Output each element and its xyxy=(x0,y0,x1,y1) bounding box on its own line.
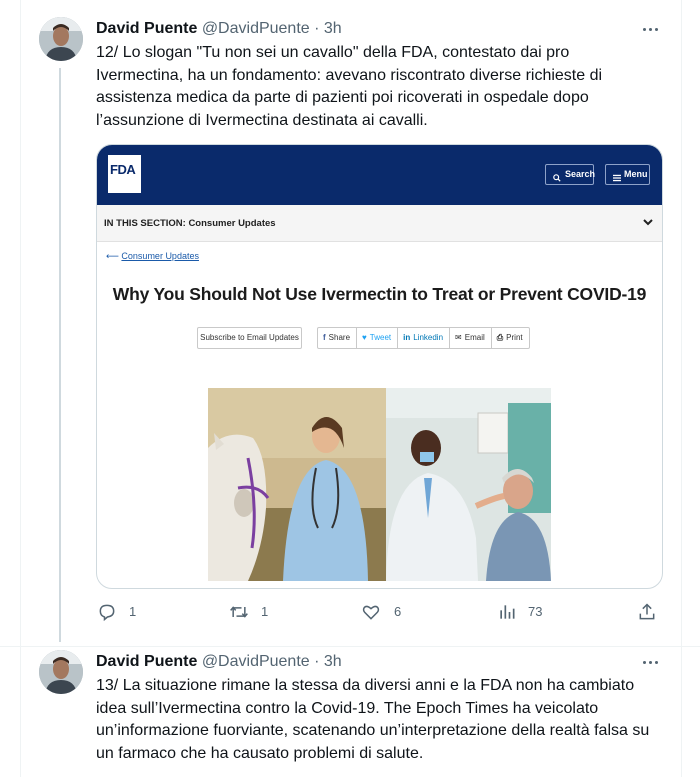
avatar[interactable] xyxy=(39,17,83,61)
facebook-icon: f xyxy=(323,333,326,342)
fda-logo: FDA xyxy=(108,155,141,193)
fda-search-button: Search xyxy=(545,164,595,185)
share-twitter: ♥ Tweet xyxy=(357,328,399,348)
arrow-left-icon: ⟵ xyxy=(106,251,119,261)
tweet-header: David Puente @DavidPuente · 3h xyxy=(96,19,342,39)
fda-menu-button: Menu xyxy=(605,164,650,185)
section-bar: IN THIS SECTION: Consumer Updates xyxy=(97,205,662,242)
more-options-icon[interactable] xyxy=(641,652,661,672)
section-label: IN THIS SECTION: Consumer Updates xyxy=(104,218,276,229)
chevron-down-icon xyxy=(641,215,655,229)
author-handle[interactable]: @DavidPuente xyxy=(202,20,310,37)
reply-button[interactable]: 1 xyxy=(97,599,157,625)
retweet-button[interactable]: 1 xyxy=(229,599,289,625)
avatar-photo xyxy=(39,17,83,61)
print-icon: ⎙ xyxy=(496,333,504,342)
tweet[interactable]: David Puente @DavidPuente · 3h 12/ Lo sl… xyxy=(0,0,700,646)
share-facebook: f Share xyxy=(318,328,358,348)
avatar[interactable] xyxy=(39,650,83,694)
email-icon: ✉ xyxy=(455,333,462,342)
like-button[interactable]: 6 xyxy=(361,599,421,625)
thread-connector xyxy=(59,68,61,642)
veterinarian-with-horse-photo xyxy=(208,388,386,581)
share-email: ✉ Email xyxy=(450,328,492,348)
timestamp[interactable]: · 3h xyxy=(314,20,342,37)
share-icon xyxy=(639,603,655,620)
back-link: ⟵ Consumer Updates xyxy=(106,251,199,261)
twitter-icon: ♥ xyxy=(362,333,367,342)
share-buttons: f Share ♥ Tweet in Linkedin ✉ Email ⎙ Print xyxy=(317,327,530,349)
search-icon xyxy=(553,170,561,189)
avatar-photo xyxy=(39,650,83,694)
views-button[interactable]: 73 xyxy=(497,599,557,625)
retweet-icon xyxy=(230,606,248,618)
linkedin-icon: in xyxy=(403,333,411,342)
hamburger-icon xyxy=(613,170,621,189)
share-print: ⎙ Print xyxy=(496,333,523,342)
tweet-actions: 1 1 6 73 xyxy=(0,599,700,625)
doctor-with-patient-photo xyxy=(386,388,551,581)
more-options-icon[interactable] xyxy=(641,19,661,39)
subscribe-button: Subscribe to Email Updates xyxy=(197,327,302,349)
author-name[interactable]: David Puente xyxy=(96,20,197,37)
share-linkedin: in Linkedin xyxy=(398,328,451,348)
heart-icon xyxy=(362,605,380,620)
author-handle[interactable]: @DavidPuente xyxy=(202,653,310,670)
media-image[interactable]: FDA Search Menu IN THIS SECTION: Consume… xyxy=(96,144,663,589)
tweet-header: David Puente @DavidPuente · 3h xyxy=(96,652,342,672)
reply-icon xyxy=(99,604,115,622)
tweet-text: 13/ La situazione rimane la stessa da di… xyxy=(96,677,650,762)
article-title: Why You Should Not Use Ivermectin to Tre… xyxy=(112,284,647,304)
timestamp[interactable]: · 3h xyxy=(314,653,342,670)
share-button[interactable] xyxy=(637,599,657,625)
tweet-text: 12/ Lo slogan "Tu non sei un cavallo" de… xyxy=(96,44,603,129)
analytics-icon xyxy=(500,605,515,619)
fda-header-bar: FDA Search Menu xyxy=(97,145,662,205)
author-name[interactable]: David Puente xyxy=(96,653,197,670)
tweet[interactable]: David Puente @DavidPuente · 3h 13/ La si… xyxy=(0,646,700,778)
